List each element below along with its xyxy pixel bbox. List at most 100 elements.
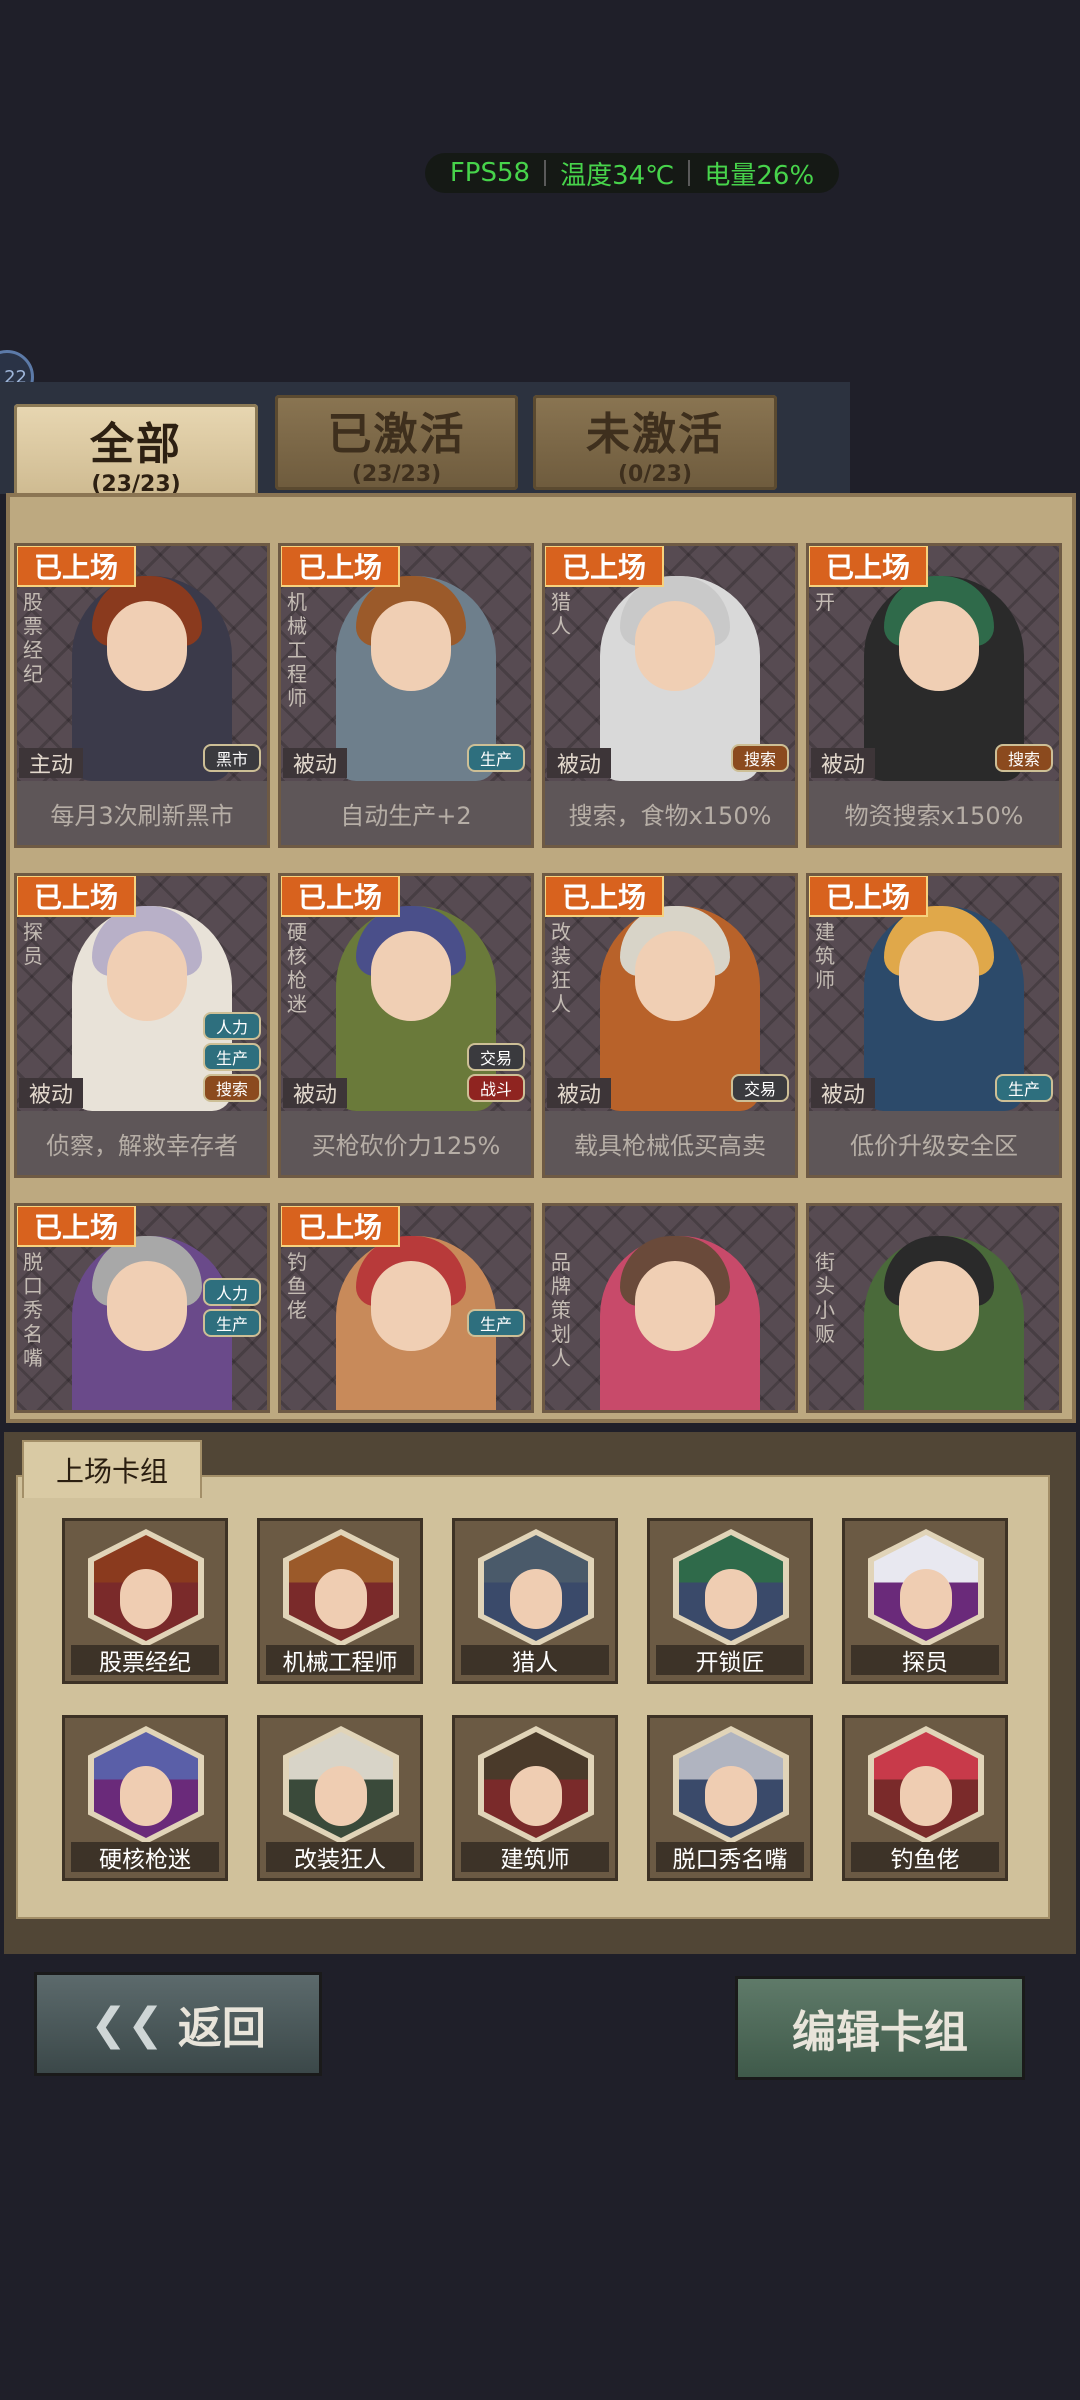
tab-all[interactable]: 全部 (23/23): [14, 404, 258, 500]
ability-type-label: 被动: [811, 1078, 875, 1108]
card-vertical-name: 改装狂人: [551, 920, 571, 1016]
deck-slot[interactable]: 探员: [842, 1518, 1008, 1684]
ability-type-label: 主动: [19, 748, 83, 778]
card-tag: 黑市: [203, 744, 261, 772]
tab-activated[interactable]: 已激活 (23/23): [275, 395, 518, 490]
deck-slot[interactable]: 硬核枪迷: [62, 1715, 228, 1881]
deck-slot-name: 脱口秀名嘴: [656, 1842, 804, 1873]
deck-portrait-face: [900, 1569, 952, 1629]
card-tags: 生产: [467, 744, 525, 772]
deck-portrait-face: [510, 1766, 562, 1826]
character-card[interactable]: 硬核枪迷 被动 交易 战斗 买枪砍价力125% 已上场: [278, 873, 534, 1178]
character-card[interactable]: 建筑师 被动 生产 低价升级安全区 已上场: [806, 873, 1062, 1178]
card-art: [545, 1206, 795, 1410]
card-vertical-name: 机械工程师: [287, 590, 307, 710]
card-vertical-name: 猎人: [551, 590, 571, 638]
deck-slot-name: 猎人: [461, 1645, 609, 1676]
deck-portrait-face: [120, 1569, 172, 1629]
character-face: [635, 601, 715, 691]
character-card[interactable]: 品牌策划人: [542, 1203, 798, 1413]
card-tags: 搜索: [731, 744, 789, 772]
character-card[interactable]: 股票经纪 主动 黑市 每月3次刷新黑市 已上场: [14, 543, 270, 848]
character-face: [107, 1261, 187, 1351]
back-button-label: 返回: [177, 2003, 266, 2054]
ability-type-label: 被动: [547, 1078, 611, 1108]
card-tag: 人力: [203, 1278, 261, 1306]
ability-type-label: 被动: [547, 748, 611, 778]
card-tag: 生产: [467, 744, 525, 772]
on-field-badge: 已上场: [281, 876, 400, 917]
card-tag: 交易: [731, 1074, 789, 1102]
card-tags: 搜索: [995, 744, 1053, 772]
deck-portrait-face: [705, 1766, 757, 1826]
card-vertical-name: 股票经纪: [23, 590, 43, 686]
card-description: 自动生产+2: [281, 781, 531, 845]
divider: [544, 160, 547, 186]
ability-type-label: 被动: [19, 1078, 83, 1108]
deck-slot[interactable]: 机械工程师: [257, 1518, 423, 1684]
card-tag: 搜索: [203, 1074, 261, 1102]
deck-slot[interactable]: 脱口秀名嘴: [647, 1715, 813, 1881]
deck-slot-name: 开锁匠: [656, 1645, 804, 1676]
character-face: [899, 601, 979, 691]
card-tag: 生产: [203, 1309, 261, 1337]
character-card[interactable]: 改装狂人 被动 交易 载具枪械低买高卖 已上场: [542, 873, 798, 1178]
deck-slot-name: 硬核枪迷: [71, 1842, 219, 1873]
card-vertical-name: 脱口秀名嘴: [23, 1250, 43, 1370]
card-vertical-name: 品牌策划人: [551, 1250, 571, 1370]
deck-slot-name: 钓鱼佬: [851, 1842, 999, 1873]
deck-portrait-face: [510, 1569, 562, 1629]
deck-slot[interactable]: 股票经纪: [62, 1518, 228, 1684]
character-card[interactable]: 钓鱼佬生产 已上场: [278, 1203, 534, 1413]
character-face: [371, 931, 451, 1021]
card-vertical-name: 探员: [23, 920, 43, 968]
tab-activated-label: 已激活: [327, 409, 466, 460]
divider: [688, 160, 691, 186]
card-vertical-name: 街头小贩: [815, 1250, 835, 1346]
deck-slot-name: 改装狂人: [266, 1842, 414, 1873]
card-description: 载具枪械低买高卖: [545, 1111, 795, 1175]
card-description: 买枪砍价力125%: [281, 1111, 531, 1175]
tab-not-activated[interactable]: 未激活 (0/23): [533, 395, 777, 490]
card-tag: 搜索: [995, 744, 1053, 772]
deck-portrait-face: [120, 1766, 172, 1826]
deck-slot[interactable]: 猎人: [452, 1518, 618, 1684]
character-card[interactable]: 开被动 搜索 物资搜索x150% 已上场: [806, 543, 1062, 848]
character-card[interactable]: 猎人 被动 搜索 搜索，食物x150% 已上场: [542, 543, 798, 848]
deck-slot[interactable]: 建筑师: [452, 1715, 618, 1881]
battery-readout: 电量26%: [704, 160, 815, 191]
card-tags: 生产: [995, 1074, 1053, 1102]
card-tag: 生产: [203, 1043, 261, 1071]
deck-slot[interactable]: 改装狂人: [257, 1715, 423, 1881]
card-vertical-name: 钓鱼佬: [287, 1250, 307, 1322]
card-tags: 生产: [467, 1309, 525, 1337]
card-description: 搜索，食物x150%: [545, 781, 795, 845]
character-card[interactable]: 脱口秀名嘴 人力 生产 已上场: [14, 1203, 270, 1413]
card-vertical-name: 硬核枪迷: [287, 920, 307, 1016]
on-field-badge: 已上场: [809, 876, 928, 917]
card-description: 侦察，解救幸存者: [17, 1111, 267, 1175]
back-button[interactable]: ❮❮ 返回: [34, 1972, 322, 2076]
deck-portrait-face: [705, 1569, 757, 1629]
fps-readout: FPS58: [449, 158, 531, 188]
character-face: [899, 931, 979, 1021]
on-field-badge: 已上场: [17, 546, 136, 587]
deck-slot[interactable]: 钓鱼佬: [842, 1715, 1008, 1881]
character-card[interactable]: 机械工程师 被动 生产 自动生产+2 已上场: [278, 543, 534, 848]
edit-deck-button[interactable]: 编辑卡组: [735, 1976, 1025, 2080]
double-arrow-left-icon: ❮❮: [90, 1998, 164, 2050]
deck-slot-name: 建筑师: [461, 1842, 609, 1873]
character-card[interactable]: 探员 被动 人力 生产 搜索 侦察，解救幸存者 已上场: [14, 873, 270, 1178]
card-tag: 战斗: [467, 1074, 525, 1102]
character-face: [107, 601, 187, 691]
card-tag: 生产: [995, 1074, 1053, 1102]
on-field-badge: 已上场: [281, 1206, 400, 1247]
card-vertical-name: 建筑师: [815, 920, 835, 992]
character-card[interactable]: 街头小贩: [806, 1203, 1062, 1413]
deck-slot[interactable]: 开锁匠: [647, 1518, 813, 1684]
card-tags: 交易: [731, 1074, 789, 1102]
character-face: [899, 1261, 979, 1351]
card-tags: 人力 生产 搜索: [203, 1012, 261, 1102]
card-tag: 交易: [467, 1043, 525, 1071]
card-tag: 人力: [203, 1012, 261, 1040]
